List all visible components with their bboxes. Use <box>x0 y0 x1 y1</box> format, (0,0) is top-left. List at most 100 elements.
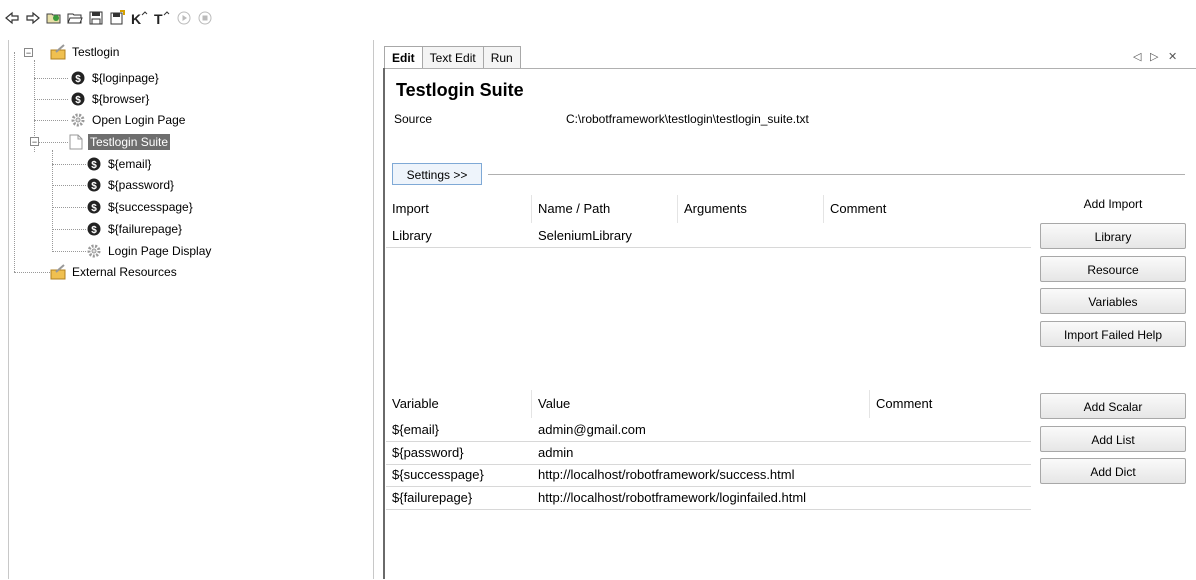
svg-text:K: K <box>131 11 141 26</box>
import-failed-help-button[interactable]: Import Failed Help <box>1040 321 1186 347</box>
variable-table[interactable]: Variable Value Comment ${email} admin@gm… <box>386 390 1031 579</box>
save-all-icon[interactable] <box>109 10 125 26</box>
tree-item-variable[interactable]: $ ${failurepage} <box>86 220 184 238</box>
stop-icon[interactable] <box>197 10 213 26</box>
table-cell[interactable]: ${successpage} <box>386 464 532 486</box>
tab-text-edit[interactable]: Text Edit <box>421 46 484 69</box>
source-path: C:\robotframework\testlogin\testlogin_su… <box>566 112 809 126</box>
tree-item-keyword[interactable]: Login Page Display <box>86 242 213 260</box>
table-cell[interactable]: ${email} <box>386 419 532 441</box>
table-cell[interactable]: admin <box>532 442 870 464</box>
table-row[interactable]: ${email} admin@gmail.com <box>386 419 1031 442</box>
tab-edit[interactable]: Edit <box>384 46 423 69</box>
svg-text:$: $ <box>75 74 81 85</box>
column-header[interactable]: Comment <box>824 195 1031 223</box>
tree-item-label: ${loginpage} <box>92 71 159 85</box>
tree-line <box>34 99 68 100</box>
collapse-toggle[interactable]: − <box>30 137 39 147</box>
forward-arrow-icon[interactable] <box>25 10 41 26</box>
svg-text:$: $ <box>75 95 81 106</box>
table-cell[interactable] <box>870 487 1031 509</box>
tree-item-root[interactable]: Testlogin <box>50 43 121 61</box>
table-cell[interactable]: SeleniumLibrary <box>532 225 678 247</box>
table-cell[interactable]: Library <box>386 225 532 247</box>
table-row[interactable]: ${failurepage} http://localhost/robotfra… <box>386 487 1031 510</box>
tree-line <box>52 164 86 165</box>
table-cell[interactable]: ${failurepage} <box>386 487 532 509</box>
tree-item-variable[interactable]: $ ${browser} <box>70 90 151 108</box>
open-folder-icon[interactable] <box>67 10 83 26</box>
open-directory-icon[interactable] <box>46 10 62 26</box>
add-list-button[interactable]: Add List <box>1040 426 1186 452</box>
table-row[interactable]: Library SeleniumLibrary <box>386 225 1031 248</box>
tree-line <box>14 52 15 272</box>
tree-item-variable[interactable]: $ ${successpage} <box>86 198 195 216</box>
settings-toggle-button[interactable]: Settings >> <box>392 163 482 185</box>
add-resource-button[interactable]: Resource <box>1040 256 1186 282</box>
keyword-search-icon[interactable]: K <box>130 10 148 26</box>
tree-line <box>14 272 50 273</box>
back-arrow-icon[interactable] <box>4 10 20 26</box>
tree-line <box>34 78 68 79</box>
tree-item-label: ${email} <box>108 157 152 171</box>
column-header[interactable]: Value <box>532 390 870 418</box>
table-cell[interactable]: admin@gmail.com <box>532 419 870 441</box>
tree-line <box>38 142 68 143</box>
source-label: Source <box>394 112 433 126</box>
tree-item-label: ${password} <box>108 178 175 192</box>
table-cell[interactable] <box>870 442 1031 464</box>
column-header[interactable]: Name / Path <box>532 195 678 223</box>
scalar-variable-icon: $ <box>86 199 102 215</box>
table-cell[interactable] <box>870 464 1031 486</box>
table-cell[interactable]: http://localhost/robotframework/success.… <box>532 464 870 486</box>
tree-item-label: External Resources <box>72 265 177 279</box>
gear-icon <box>86 243 102 259</box>
column-header[interactable]: Comment <box>870 390 1031 418</box>
toolbar: K T <box>0 0 1196 40</box>
tab-next-icon[interactable]: ▷ <box>1150 50 1158 63</box>
panel-border <box>383 68 385 579</box>
add-dict-button[interactable]: Add Dict <box>1040 458 1186 484</box>
column-header[interactable]: Import <box>386 195 532 223</box>
settings-divider <box>488 174 1185 175</box>
add-import-label: Add Import <box>1083 197 1143 211</box>
tree-item-label: Open Login Page <box>92 113 186 127</box>
add-variables-button[interactable]: Variables <box>1040 288 1186 314</box>
table-cell[interactable]: ${password} <box>386 442 532 464</box>
table-row[interactable]: ${successpage} http://localhost/robotfra… <box>386 464 1031 487</box>
collapse-toggle[interactable]: − <box>24 48 33 58</box>
table-cell[interactable] <box>824 225 1031 247</box>
add-library-button[interactable]: Library <box>1040 223 1186 249</box>
table-cell[interactable] <box>870 419 1031 441</box>
tree-item-variable[interactable]: $ ${password} <box>86 176 176 194</box>
tree-item-external[interactable]: External Resources <box>50 263 179 281</box>
test-search-icon[interactable]: T <box>153 10 171 26</box>
import-table[interactable]: Import Name / Path Arguments Comment Lib… <box>386 195 1031 385</box>
column-header[interactable]: Arguments <box>678 195 824 223</box>
scalar-variable-icon: $ <box>86 177 102 193</box>
tree-item-label: ${failurepage} <box>108 222 183 236</box>
run-icon[interactable] <box>176 10 192 26</box>
tab-close-icon[interactable]: ✕ <box>1168 50 1177 63</box>
tab-run[interactable]: Run <box>482 46 521 69</box>
project-folder-icon <box>50 264 66 280</box>
tree-line <box>52 185 86 186</box>
tree-item-suite[interactable]: Testlogin Suite <box>68 133 171 151</box>
svg-text:$: $ <box>91 160 97 171</box>
save-icon[interactable] <box>88 10 104 26</box>
tree-item-keyword[interactable]: Open Login Page <box>70 111 187 129</box>
svg-text:T: T <box>154 11 163 26</box>
editor-tabs: Edit Text Edit Run <box>384 46 521 69</box>
add-scalar-button[interactable]: Add Scalar <box>1040 393 1186 419</box>
tree-item-variable[interactable]: $ ${email} <box>86 155 153 173</box>
tab-prev-icon[interactable]: ◁ <box>1133 50 1141 63</box>
tree-item-variable[interactable]: $ ${loginpage} <box>70 69 161 87</box>
table-row[interactable]: ${password} admin <box>386 442 1031 465</box>
column-header[interactable]: Variable <box>386 390 532 418</box>
svg-text:$: $ <box>91 225 97 236</box>
svg-text:$: $ <box>91 203 97 214</box>
svg-text:$: $ <box>91 181 97 192</box>
page-title: Testlogin Suite <box>396 80 524 100</box>
table-cell[interactable]: http://localhost/robotframework/loginfai… <box>532 487 870 509</box>
table-cell[interactable] <box>678 225 824 247</box>
